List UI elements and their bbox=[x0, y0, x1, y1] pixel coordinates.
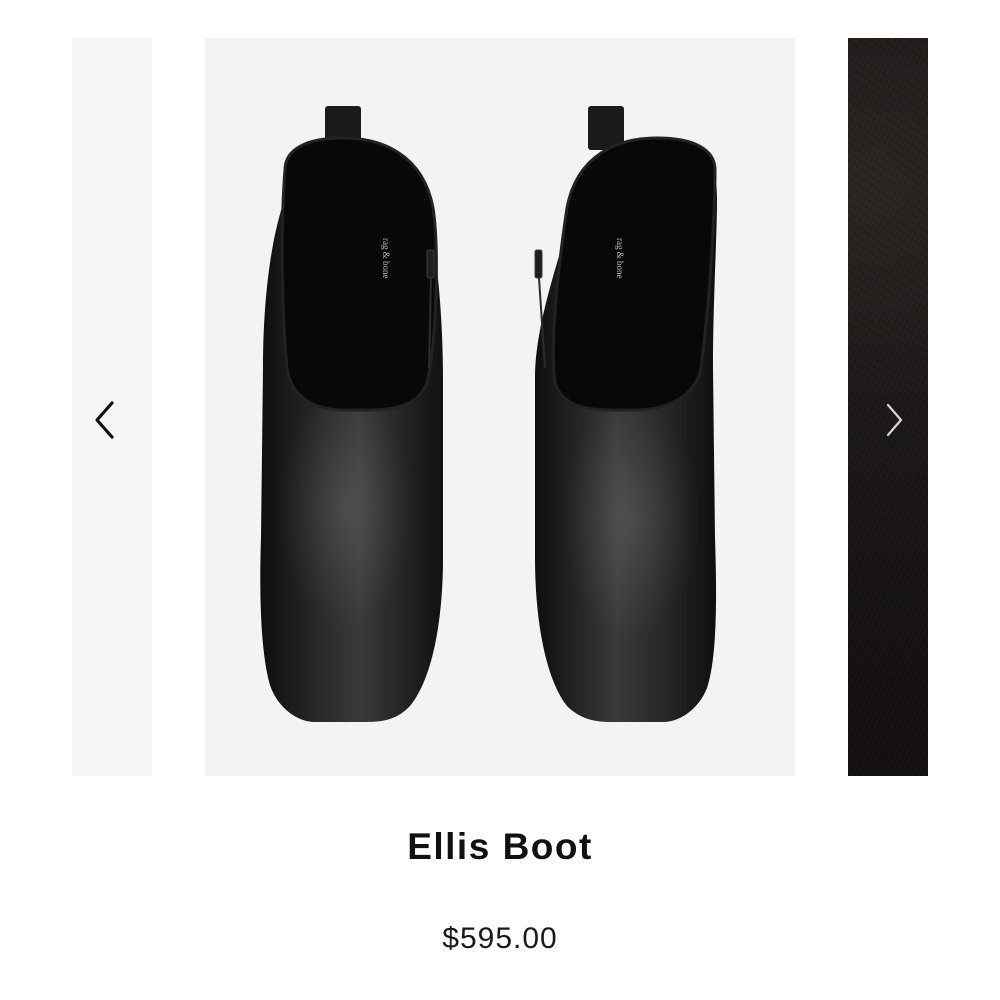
boots-illustration: rag & bone rag & bone bbox=[260, 106, 717, 722]
carousel-next-button[interactable] bbox=[874, 400, 914, 440]
right-boot: rag & bone bbox=[534, 106, 717, 722]
chevron-right-icon bbox=[886, 403, 903, 437]
product-image-main[interactable]: rag & bone rag & bone bbox=[205, 38, 795, 776]
left-boot: rag & bone bbox=[260, 106, 443, 722]
right-boot-logo: rag & bone bbox=[615, 238, 625, 279]
left-boot-logo: rag & bone bbox=[381, 238, 391, 279]
product-image-carousel: rag & bone rag & bone bbox=[0, 0, 1000, 800]
product-title: Ellis Boot bbox=[407, 826, 593, 867]
chevron-left-icon bbox=[95, 401, 114, 439]
product-price: $595.00 bbox=[442, 922, 558, 955]
carousel-prev-button[interactable] bbox=[84, 400, 124, 440]
